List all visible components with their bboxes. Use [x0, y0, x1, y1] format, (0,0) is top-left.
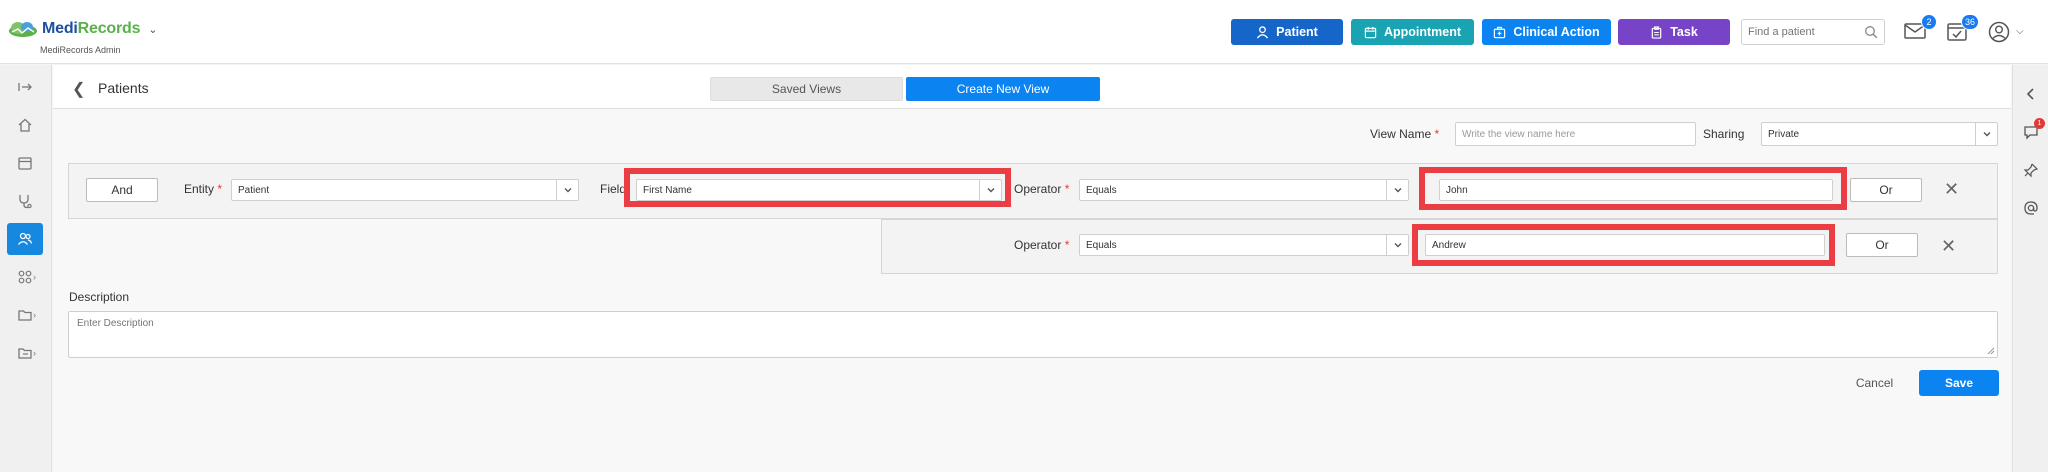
close-icon[interactable]: ✕ — [1941, 237, 1956, 255]
home-icon — [18, 118, 32, 132]
at-sign-icon[interactable] — [2023, 200, 2039, 216]
logo-cloud-icon — [9, 22, 37, 37]
tasks-button[interactable]: 36 — [1946, 14, 1979, 43]
task-button-label: Task — [1670, 25, 1698, 39]
chevron-right-icon[interactable]: › — [33, 348, 36, 358]
operator-value: Equals — [1086, 184, 1117, 196]
left-sidebar: › › › — [0, 65, 52, 472]
medical-bag-icon — [1494, 26, 1506, 38]
entity-value: Patient — [238, 184, 270, 196]
and-button[interactable]: And — [86, 178, 158, 202]
sidebar-item-modules[interactable] — [7, 261, 43, 293]
entity-label: Entity * — [184, 182, 223, 196]
expand-arrow-icon — [18, 83, 32, 91]
logo-subtitle: MediRecords Admin — [40, 45, 121, 55]
field-label: Field — [600, 182, 627, 196]
close-icon[interactable]: ✕ — [1944, 180, 1959, 198]
chevron-down-icon[interactable] — [1386, 235, 1408, 255]
sidebar-item-expand[interactable] — [7, 71, 43, 103]
description-textarea[interactable] — [69, 312, 1997, 357]
logo[interactable]: MediRecords ⌄ — [8, 20, 158, 38]
clipboard-icon — [1651, 25, 1662, 39]
view-name-label: View Name * — [1370, 127, 1440, 141]
mail-button[interactable]: 2 — [1904, 14, 1937, 43]
operator-select-2[interactable]: Equals — [1079, 234, 1409, 256]
chevron-down-icon[interactable] — [1975, 123, 1997, 145]
sidebar-item-home[interactable] — [7, 109, 43, 141]
notifications-badge: 1 — [2034, 118, 2045, 129]
clinical-action-button[interactable]: Clinical Action — [1482, 19, 1611, 45]
entity-select[interactable]: Patient — [231, 179, 579, 201]
calendar-icon — [1364, 26, 1377, 38]
back-chevron-icon[interactable]: ❮ — [72, 79, 85, 99]
appointment-button[interactable]: Appointment — [1351, 19, 1474, 45]
or-button[interactable]: Or — [1850, 178, 1922, 202]
user-icon — [1257, 25, 1269, 38]
chevron-down-icon[interactable] — [1386, 180, 1408, 200]
right-sidebar: 1 — [2012, 65, 2048, 472]
tasks-badge: 36 — [1960, 14, 1979, 30]
operator-value-2: Equals — [1086, 239, 1117, 251]
description-label: Description — [69, 290, 130, 304]
chevron-down-icon[interactable] — [556, 180, 578, 200]
folder-icon — [18, 310, 32, 321]
patient-button[interactable]: Patient — [1231, 19, 1343, 45]
sharing-label: Sharing — [1703, 127, 1745, 141]
operator-label: Operator * — [1014, 182, 1070, 196]
view-name-input[interactable]: Write the view name here — [1455, 122, 1696, 146]
resize-handle-icon[interactable] — [1987, 347, 1995, 355]
sidebar-item-clinical[interactable] — [7, 185, 43, 217]
tab-saved-views[interactable]: Saved Views — [710, 77, 903, 101]
comments-button[interactable]: 1 — [2023, 118, 2045, 140]
main-content: ❮ Patients Saved Views Create New View V… — [53, 65, 2011, 472]
grid-icon — [18, 270, 32, 284]
highlight-value-input-2 — [1412, 224, 1835, 266]
clinical-action-button-label: Clinical Action — [1513, 25, 1600, 39]
operator-select[interactable]: Equals — [1079, 179, 1409, 201]
sharing-value: Private — [1768, 128, 1800, 140]
top-header: MediRecords ⌄ MediRecords Admin Patient … — [0, 0, 2048, 64]
avatar-icon — [1988, 21, 2010, 43]
find-patient-search[interactable] — [1741, 19, 1885, 45]
sidebar-item-folder[interactable] — [7, 299, 43, 331]
find-patient-input[interactable] — [1748, 20, 1858, 44]
calendar-icon — [18, 157, 32, 170]
sidebar-item-patients[interactable] — [7, 223, 43, 255]
tab-create-new-view[interactable]: Create New View — [906, 77, 1100, 101]
highlight-field-select — [624, 168, 1011, 207]
appointment-button-label: Appointment — [1383, 25, 1462, 39]
description-field[interactable] — [68, 311, 1998, 358]
highlight-value-input — [1419, 167, 1847, 210]
users-icon — [17, 232, 33, 245]
page-title: Patients — [98, 80, 149, 96]
stethoscope-icon — [19, 195, 32, 209]
mail-badge: 2 — [1921, 14, 1937, 30]
operator-label-2: Operator * — [1014, 238, 1070, 252]
search-icon[interactable] — [1864, 25, 1878, 39]
patient-button-label: Patient — [1276, 25, 1318, 39]
chevron-right-icon[interactable]: › — [33, 272, 36, 282]
chevron-left-icon[interactable] — [2023, 86, 2039, 102]
chevron-down-icon[interactable]: ⌄ — [148, 23, 157, 36]
user-menu-button[interactable] — [1988, 21, 2012, 43]
task-button[interactable]: Task — [1618, 19, 1730, 45]
user-chevron-down-icon[interactable]: ⌵ — [2016, 26, 2024, 37]
page-header: ❮ Patients Saved Views Create New View — [53, 65, 2011, 109]
sidebar-item-calendar[interactable] — [7, 147, 43, 179]
cancel-button[interactable]: Cancel — [1832, 370, 1917, 396]
chevron-right-icon[interactable]: › — [33, 310, 36, 320]
sharing-select[interactable]: Private — [1761, 122, 1998, 146]
pin-icon[interactable] — [2023, 162, 2039, 178]
sidebar-item-folder-tree[interactable] — [7, 337, 43, 369]
logo-text: MediRecords — [42, 20, 141, 37]
save-button[interactable]: Save — [1919, 370, 1999, 396]
folder-tree-icon — [18, 348, 32, 359]
or-button-2[interactable]: Or — [1846, 233, 1918, 257]
